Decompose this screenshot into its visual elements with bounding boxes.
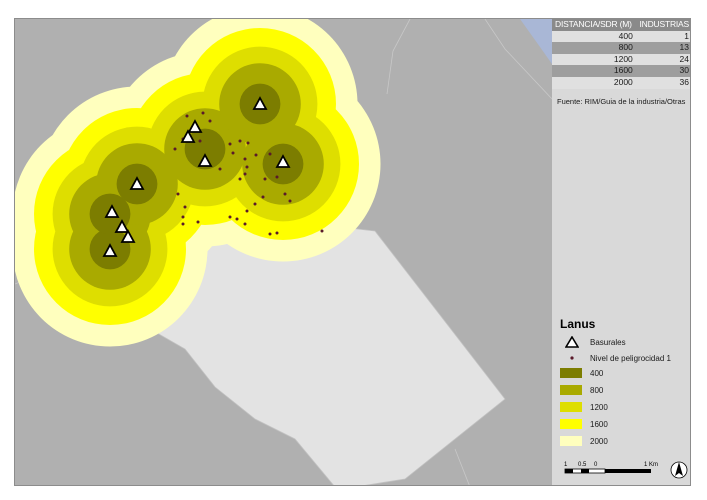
ring-swatch xyxy=(560,419,582,429)
industry-dot xyxy=(253,202,257,206)
industry-dot xyxy=(243,222,247,226)
industry-dot xyxy=(245,209,249,213)
table-row: 1600 30 xyxy=(552,65,690,77)
distance-table: DISTANCIA/SDR (M) INDUSTRIAS 400 1 800 1… xyxy=(552,19,690,89)
ring-label: 2000 xyxy=(590,436,608,446)
cell-industries: 30 xyxy=(635,65,690,77)
ring-swatch xyxy=(560,385,582,395)
table-row: 1200 24 xyxy=(552,53,690,66)
map-canvas xyxy=(15,19,552,485)
table-row: 2000 36 xyxy=(552,76,690,89)
cell-industries: 24 xyxy=(635,53,690,66)
industry-dot xyxy=(173,147,177,151)
industry-dot xyxy=(235,217,239,221)
ring-swatch xyxy=(560,402,582,412)
ring-label: 400 xyxy=(590,368,604,378)
scale-label: 0.5 xyxy=(578,462,587,468)
legend-ring-2000: 2000 xyxy=(560,435,608,447)
legend-basurales-label: Basurales xyxy=(590,337,626,347)
ring-label: 1200 xyxy=(590,402,608,412)
table-header-row: DISTANCIA/SDR (M) INDUSTRIAS xyxy=(552,19,690,31)
scale-bar: 1 0.5 0 1 Km xyxy=(564,462,658,474)
legend-nivel: Nivel de peligrocidad 1 xyxy=(560,352,671,364)
industry-dot xyxy=(228,142,232,146)
cell-distance: 800 xyxy=(552,42,636,54)
scale-label: 0 xyxy=(594,462,598,468)
legend-nivel-label: Nivel de peligrocidad 1 xyxy=(590,353,671,363)
industry-dot xyxy=(231,151,235,155)
industry-dot xyxy=(238,177,242,181)
legend-ring-400: 400 xyxy=(560,367,603,379)
industry-dot xyxy=(176,192,180,196)
water-body xyxy=(520,19,552,64)
header-industries: INDUSTRIAS xyxy=(635,19,690,31)
header-distance: DISTANCIA/SDR (M) xyxy=(552,19,636,31)
ring-label: 1600 xyxy=(590,419,608,429)
cell-distance: 1600 xyxy=(552,65,636,77)
industry-dot xyxy=(238,139,242,143)
source-note: Fuente: RIM/Guia de la industria/Otras xyxy=(557,97,686,106)
industry-dot xyxy=(208,119,212,123)
industry-dot xyxy=(228,215,232,219)
cell-distance: 2000 xyxy=(552,76,636,89)
ring-swatch xyxy=(560,436,582,446)
industry-dot xyxy=(198,139,202,143)
legend-panel: DISTANCIA/SDR (M) INDUSTRIAS 400 1 800 1… xyxy=(552,19,690,485)
industry-dot xyxy=(185,114,189,118)
cell-industries: 13 xyxy=(635,42,690,54)
legend-ring-800: 800 xyxy=(560,384,603,396)
cell-distance: 400 xyxy=(552,30,636,43)
industry-dot xyxy=(268,232,272,236)
cell-distance: 1200 xyxy=(552,53,636,66)
legend-ring-1600: 1600 xyxy=(560,418,608,430)
legend-title: Lanus xyxy=(560,317,596,331)
industry-dot xyxy=(320,229,324,233)
ring-swatch xyxy=(560,368,582,378)
industry-dot xyxy=(283,192,287,196)
cell-industries: 1 xyxy=(635,30,690,43)
industry-dot xyxy=(275,231,279,235)
north-arrow-icon xyxy=(670,461,688,479)
legend-ring-1200: 1200 xyxy=(560,401,608,413)
industry-dot xyxy=(183,205,187,209)
industry-dot xyxy=(254,153,258,157)
industry-dot xyxy=(268,152,272,156)
scale-label: 1 Km xyxy=(644,462,658,468)
industry-dot xyxy=(243,157,247,161)
ring-label: 800 xyxy=(590,385,604,395)
table-row: 800 13 xyxy=(552,42,690,54)
map-frame: DISTANCIA/SDR (M) INDUSTRIAS 400 1 800 1… xyxy=(14,18,691,486)
industry-dot xyxy=(181,215,185,219)
industry-dot xyxy=(218,167,222,171)
scale-label: 1 xyxy=(564,462,568,468)
industry-dot xyxy=(196,220,200,224)
industry-dot xyxy=(181,222,185,226)
industry-dot xyxy=(201,111,205,115)
industry-dot xyxy=(263,177,267,181)
industry-dot xyxy=(288,199,292,203)
cell-industries: 36 xyxy=(635,76,690,89)
industry-dot xyxy=(245,165,249,169)
dot-icon xyxy=(560,353,584,363)
industry-dot xyxy=(261,195,265,199)
industry-dot xyxy=(243,172,247,176)
table-row: 400 1 xyxy=(552,30,690,43)
industry-dot xyxy=(275,175,279,179)
legend-basurales: Basurales xyxy=(560,336,626,348)
industry-dot xyxy=(246,141,250,145)
triangle-icon xyxy=(560,336,584,348)
